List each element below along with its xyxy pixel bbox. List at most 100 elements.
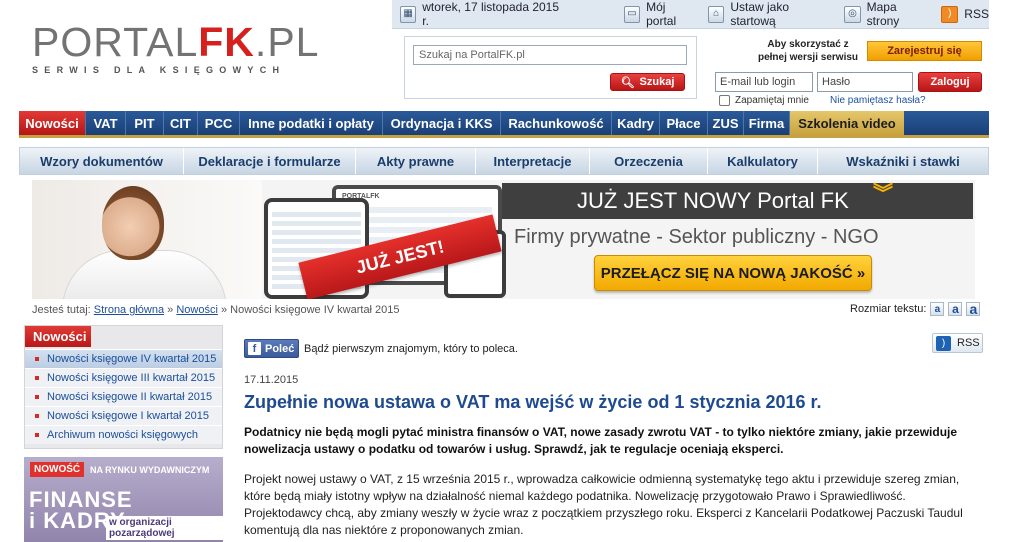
nav-item-cit[interactable]: CIT — [164, 111, 198, 135]
sidebar-nowosci: Nowości Nowości księgowe IV kwartał 2015… — [24, 325, 223, 449]
login-button[interactable]: Zaloguj — [918, 72, 982, 92]
text-size-small-button[interactable]: a — [930, 302, 945, 316]
logo-part-pl: .PL — [254, 19, 320, 65]
bullet-icon — [35, 395, 39, 399]
forgot-password-link[interactable]: Nie pamiętasz hasła? — [830, 95, 926, 106]
logo-part-fk: FK — [198, 19, 255, 65]
rss-button[interactable]: ) RSS — [932, 333, 983, 353]
text-size-label: Rozmiar tekstu: — [850, 303, 927, 315]
rss-top-link[interactable]: ) RSS — [941, 5, 989, 23]
logo-tagline: SERWIS DLA KSIĘGOWYCH — [32, 65, 286, 75]
breadcrumb-sep: » — [220, 304, 228, 316]
banner-headline: JUŻ JEST NOWY Portal FK — [577, 188, 849, 213]
article-body: Projekt nowej ustawy o VAT, z 15 wrześni… — [244, 472, 963, 537]
banner-headline-bar: JUŻ JEST NOWY Portal FK ︾ — [502, 183, 973, 219]
subnav-item-akty-prawne[interactable]: Akty prawne — [356, 148, 476, 174]
sidebar-item-label: Archiwum nowości księgowych — [47, 429, 198, 441]
banner-cta-button[interactable]: PRZEŁĄCZ SIĘ NA NOWĄ JAKOŚĆ » — [594, 255, 872, 291]
bullet-icon — [35, 433, 39, 437]
ad-subtitle: w organizacji pozarządowej — [106, 516, 223, 540]
site-logo[interactable]: PORTALFK.PL SERWIS DLA KSIĘGOWYCH — [32, 19, 320, 76]
calendar-icon: ▦ — [400, 5, 417, 23]
subnav-item-wzory[interactable]: Wzory dokumentów — [20, 148, 184, 174]
sidebar-item[interactable]: Nowości księgowe III kwartał 2015 — [25, 368, 222, 387]
subnav-item-orzeczenia[interactable]: Orzeczenia — [590, 148, 708, 174]
breadcrumb-home-link[interactable]: Strona główna — [94, 304, 164, 316]
sitemap-label: Mapa strony — [866, 0, 900, 28]
breadcrumb-current: Nowości księgowe IV kwartał 2015 — [230, 304, 400, 316]
search-input[interactable] — [413, 45, 687, 65]
nav-item-rachunkowosc[interactable]: Rachunkowość — [501, 111, 612, 135]
nav-item-vat[interactable]: VAT — [86, 111, 126, 135]
date-display: ▦ wtorek, 17 listopada 2015 r. — [400, 0, 562, 28]
facebook-like-label: Poleć — [265, 342, 295, 355]
bullet-icon — [35, 376, 39, 380]
rss-button-label: RSS — [957, 337, 980, 349]
my-portal-label: Mój portal — [646, 0, 677, 28]
facebook-icon: f — [248, 342, 261, 355]
facebook-like-text: Bądź pierwszym znajomym, który to poleca… — [304, 343, 518, 355]
ad-title-line1: FINANSE — [29, 487, 133, 512]
banner-photo — [32, 180, 262, 299]
subnav-item-deklaracje[interactable]: Deklaracje i formularze — [184, 148, 356, 174]
logo-part-portal: PORTAL — [32, 19, 199, 65]
register-button[interactable]: Zarejestruj się — [867, 41, 982, 61]
rss-icon: ) — [941, 5, 959, 23]
nav-item-inne-podatki[interactable]: Inne podatki i opłaty — [240, 111, 383, 135]
password-field[interactable] — [817, 72, 913, 92]
top-bar: ▦ wtorek, 17 listopada 2015 r. ▭ Mój por… — [392, 0, 989, 29]
sub-nav: Wzory dokumentów Deklaracje i formularze… — [19, 147, 989, 175]
sidebar-item[interactable]: Archiwum nowości księgowych — [25, 425, 222, 444]
subnav-item-kalkulatory[interactable]: Kalkulatory — [708, 148, 818, 174]
banner-subheadline: Firmy prywatne - Sektor publiczny - NGO — [514, 226, 879, 248]
sidebar-item[interactable]: Nowości księgowe IV kwartał 2015 — [25, 349, 222, 368]
page: ▦ wtorek, 17 listopada 2015 r. ▭ Mój por… — [0, 0, 1016, 542]
nav-item-zus[interactable]: ZUS — [708, 111, 744, 135]
nav-item-ordynacja[interactable]: Ordynacja i KKS — [383, 111, 501, 135]
sidebar-item[interactable]: Nowości księgowe I kwartał 2015 — [25, 406, 222, 425]
nav-item-place[interactable]: Płace — [660, 111, 708, 135]
magnifier-icon: 🔍︎ — [620, 76, 635, 89]
email-field[interactable] — [715, 72, 813, 92]
article-date: 17.11.2015 — [244, 374, 299, 386]
text-size-large-button[interactable]: a — [966, 301, 981, 317]
subnav-item-interpretacje[interactable]: Interpretacje — [476, 148, 590, 174]
remember-checkbox[interactable] — [719, 95, 730, 106]
sidebar-title: Nowości — [25, 326, 91, 347]
nav-item-pcc[interactable]: PCC — [198, 111, 240, 135]
nav-item-szkolenia-video[interactable]: Szkolenia video — [790, 111, 904, 135]
date-text: wtorek, 17 listopada 2015 r. — [422, 0, 560, 28]
text-size-control: Rozmiar tekstu: a a a — [850, 301, 981, 317]
sidebar-item[interactable]: Nowości księgowe II kwartał 2015 — [25, 387, 222, 406]
subnav-item-wskazniki[interactable]: Wskaźniki i stawki — [818, 148, 988, 174]
login-info-text: Aby skorzystać z pełnej wersji serwisu — [757, 39, 859, 63]
sidebar-ad-finanse-kadry[interactable]: NOWOŚĆ NA RYNKU WYDAWNICZYM FINANSE i KA… — [24, 457, 223, 542]
my-portal-link[interactable]: ▭ Mój portal — [623, 0, 696, 28]
ad-badge: NOWOŚĆ — [30, 462, 85, 477]
text-size-medium-button[interactable]: a — [948, 302, 963, 316]
compass-icon: ◎ — [844, 5, 861, 23]
search-box: 🔍︎ Szukaj — [404, 36, 697, 99]
rss-top-label: RSS — [964, 7, 989, 21]
facebook-like-button[interactable]: f Poleć — [244, 339, 299, 358]
article-title[interactable]: Zupełnie nowa ustawa o VAT ma wejść w ży… — [244, 392, 822, 413]
set-home-link[interactable]: ⌂ Ustaw jako startową — [708, 0, 832, 28]
sidebar-list: Nowości księgowe IV kwartał 2015 Nowości… — [25, 349, 222, 444]
search-button[interactable]: 🔍︎ Szukaj — [610, 73, 685, 91]
sitemap-link[interactable]: ◎ Mapa strony — [844, 0, 929, 28]
promo-banner[interactable]: PORTALFK JUŻ JEST! JUŻ JEST NOWY Portal … — [32, 180, 975, 299]
remember-label: Zapamiętaj mnie — [735, 95, 809, 106]
sidebar-item-label: Nowości księgowe IV kwartał 2015 — [47, 353, 217, 365]
sidebar-item-label: Nowości księgowe I kwartał 2015 — [47, 410, 210, 422]
remember-me[interactable]: Zapamiętaj mnie — [719, 95, 809, 106]
bullet-icon — [35, 414, 39, 418]
woman-head — [102, 186, 164, 260]
sidebar-item-label: Nowości księgowe III kwartał 2015 — [47, 372, 216, 384]
nav-item-pit[interactable]: PIT — [126, 111, 164, 135]
nav-item-kadry[interactable]: Kadry — [612, 111, 660, 135]
breadcrumb-section-link[interactable]: Nowości — [176, 304, 218, 316]
double-chevron-down-icon: ︾ — [873, 183, 893, 205]
nav-item-firma[interactable]: Firma — [744, 111, 790, 135]
nav-item-nowosci[interactable]: Nowości — [19, 111, 86, 135]
main-nav: Nowości VAT PIT CIT PCC Inne podatki i o… — [19, 111, 989, 138]
